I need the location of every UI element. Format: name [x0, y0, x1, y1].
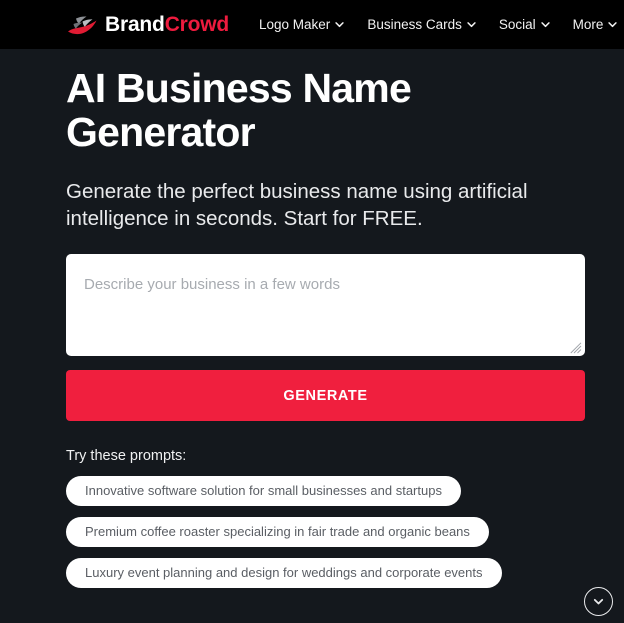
prompt-suggestions-list: Innovative software solution for small b…	[66, 475, 558, 588]
describe-business-field-wrapper	[66, 254, 585, 357]
chevron-down-icon	[592, 595, 605, 608]
nav-item-social[interactable]: Social	[499, 18, 550, 32]
prompt-chip[interactable]: Premium coffee roaster specializing in f…	[66, 516, 489, 547]
nav-item-more-label: More	[572, 16, 604, 32]
page-title: AI Business Name Generator	[66, 65, 412, 156]
prompt-chip[interactable]: Innovative software solution for small b…	[66, 475, 461, 506]
hero-section: AI Business Name Generator Generate the …	[0, 49, 624, 588]
main-navigation: Logo Maker Business Cards Social More	[259, 18, 618, 32]
chevron-down-icon	[608, 20, 618, 29]
scroll-down-button[interactable]	[584, 587, 613, 616]
nav-item-more[interactable]: More	[573, 18, 618, 32]
nav-item-business-cards[interactable]: Business Cards	[367, 18, 476, 32]
nav-item-logo-maker-label: Logo Maker	[259, 16, 331, 32]
prompt-chip[interactable]: Luxury event planning and design for wed…	[66, 557, 502, 588]
brandcrowd-wordmark-part1: Brand	[105, 13, 165, 36]
chevron-down-icon	[335, 20, 344, 29]
brandcrowd-swoosh-icon	[66, 12, 98, 38]
describe-business-input[interactable]	[66, 254, 585, 357]
nav-item-social-label: Social	[498, 16, 536, 32]
try-these-prompts-label: Try these prompts:	[66, 448, 187, 465]
brandcrowd-logo[interactable]: BrandCrowd	[66, 12, 229, 38]
chevron-down-icon	[540, 20, 550, 29]
nav-item-logo-maker[interactable]: Logo Maker	[259, 18, 344, 32]
chevron-down-icon	[467, 20, 476, 29]
nav-item-business-cards-label: Business Cards	[367, 16, 462, 32]
brandcrowd-wordmark: BrandCrowd	[105, 14, 229, 35]
page-subtitle: Generate the perfect business name using…	[66, 179, 528, 230]
site-header: BrandCrowd Logo Maker Business Cards Soc…	[0, 0, 624, 49]
brandcrowd-wordmark-part2: Crowd	[164, 13, 230, 36]
generate-button[interactable]: GENERATE	[66, 370, 585, 422]
